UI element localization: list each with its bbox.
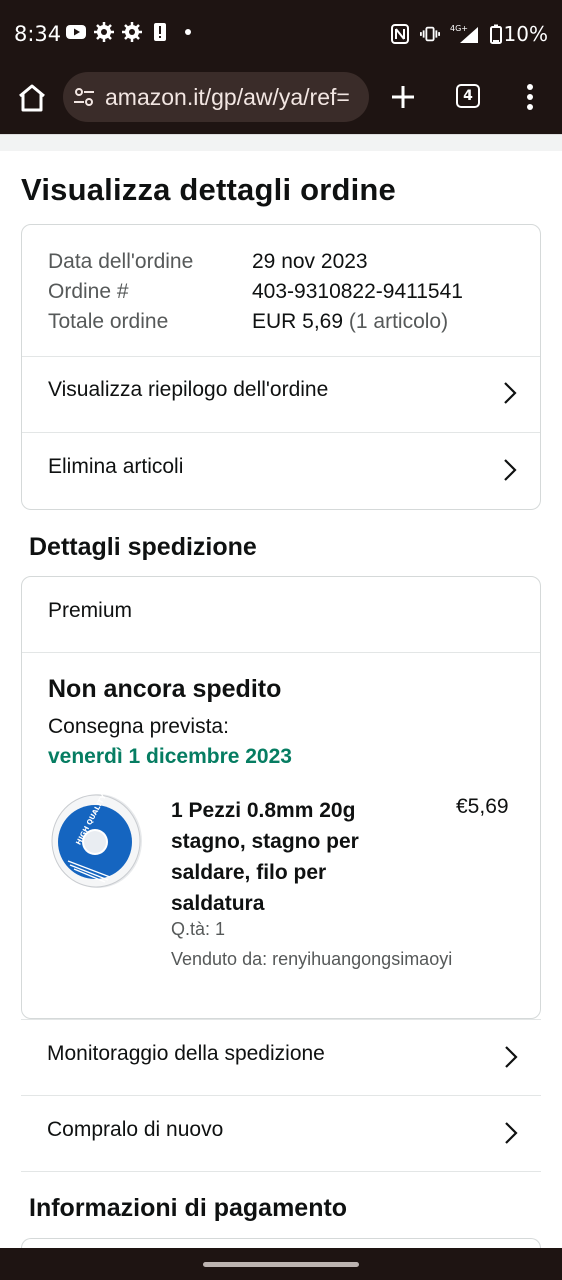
order-total-value: EUR 5,69 (1 articolo) — [252, 307, 448, 337]
status-bar: 8:34 4G+ 10% — [0, 0, 562, 68]
order-number-label: Ordine # — [48, 280, 129, 303]
site-settings-icon[interactable] — [73, 86, 95, 108]
system-icons: 4G+ 10% — [390, 22, 548, 46]
chevron-right-icon — [502, 457, 518, 483]
shipment-card: Premium Non ancora spedito Consegna prev… — [21, 576, 541, 1019]
battery: 10% — [489, 22, 548, 46]
product-image[interactable]: HIGH QUALITY — [50, 791, 144, 891]
tab-switcher-button[interactable]: 4 — [456, 84, 480, 108]
new-tab-icon[interactable] — [388, 82, 418, 112]
tab-count: 4 — [463, 88, 473, 104]
battery-percent: 10% — [503, 22, 548, 46]
view-order-summary-label: Visualizza riepilogo dell'ordine — [48, 378, 329, 401]
battery-icon — [489, 24, 502, 44]
buy-again-label: Compralo di nuovo — [47, 1118, 224, 1141]
url-text: amazon.it/gp/aw/ya/ref= — [105, 84, 350, 110]
order-date-label: Data dell'ordine — [48, 250, 194, 273]
order-number-value: 403-9310822-9411541 — [252, 280, 463, 303]
product-quantity: Q.tà: 1 — [171, 919, 226, 939]
track-shipment-label: Monitoraggio della spedizione — [47, 1042, 325, 1065]
page-title: Visualizza dettagli ordine — [21, 172, 396, 207]
address-bar[interactable]: amazon.it/gp/aw/ya/ref= — [63, 72, 369, 122]
track-shipment-link[interactable]: Monitoraggio della spedizione — [21, 1019, 541, 1095]
home-gesture-bar[interactable] — [203, 1262, 359, 1267]
vibrate-icon — [419, 24, 440, 44]
signal-icon: 4G+ — [450, 24, 480, 44]
payment-section-title: Informazioni di pagamento — [29, 1194, 348, 1222]
system-navigation-bar — [0, 1248, 562, 1280]
delivery-label: Consegna prevista: — [48, 715, 229, 738]
product-seller: Venduto da: renyihuangongsimaoyi — [171, 949, 453, 969]
browser-toolbar: amazon.it/gp/aw/ya/ref= 4 — [0, 68, 562, 134]
product-title[interactable]: 1 Pezzi 0.8mm 20g stagno, stagno per sal… — [171, 795, 391, 919]
home-icon[interactable] — [16, 82, 48, 114]
network-type: 4G+ — [450, 24, 468, 33]
order-date-row: Data dell'ordine 29 nov 2023 — [48, 247, 463, 277]
youtube-icon — [66, 22, 86, 42]
shipping-service: Premium — [48, 599, 133, 622]
alert-icon — [150, 22, 170, 42]
gear-notification-icon-2 — [122, 22, 142, 42]
order-summary-grid: Data dell'ordine 29 nov 2023 Ordine # 40… — [48, 247, 463, 337]
dot-icon — [178, 22, 198, 42]
notification-icons — [66, 22, 198, 42]
divider — [21, 1171, 541, 1172]
view-order-summary-link[interactable]: Visualizza riepilogo dell'ordine — [22, 356, 540, 432]
order-number-row: Ordine # 403-9310822-9411541 — [48, 277, 463, 307]
status-time: 8:34 — [14, 22, 62, 46]
nfc-icon — [390, 24, 410, 44]
order-total-amount: EUR 5,69 — [252, 310, 344, 333]
order-date-value: 29 nov 2023 — [252, 250, 368, 273]
delivery-date: venerdì 1 dicembre 2023 — [48, 745, 292, 768]
chevron-right-icon — [503, 1044, 519, 1070]
page-top-strip — [0, 134, 562, 151]
shipment-status: Non ancora spedito — [48, 675, 282, 703]
shipping-section-title: Dettagli spedizione — [29, 533, 257, 561]
gear-notification-icon — [94, 22, 114, 42]
divider — [22, 652, 540, 653]
order-item-count: (1 articolo) — [348, 310, 449, 333]
delete-items-label: Elimina articoli — [48, 455, 184, 478]
more-menu-icon[interactable] — [524, 82, 536, 112]
order-summary-card: Data dell'ordine 29 nov 2023 Ordine # 40… — [21, 224, 541, 510]
order-total-row: Totale ordine EUR 5,69 (1 articolo) — [48, 307, 463, 337]
product-price: €5,69 — [456, 795, 509, 818]
chevron-right-icon — [503, 1120, 519, 1146]
chevron-right-icon — [502, 380, 518, 406]
buy-again-link[interactable]: Compralo di nuovo — [21, 1095, 541, 1171]
delete-items-link[interactable]: Elimina articoli — [22, 433, 540, 509]
order-total-label: Totale ordine — [48, 310, 169, 333]
